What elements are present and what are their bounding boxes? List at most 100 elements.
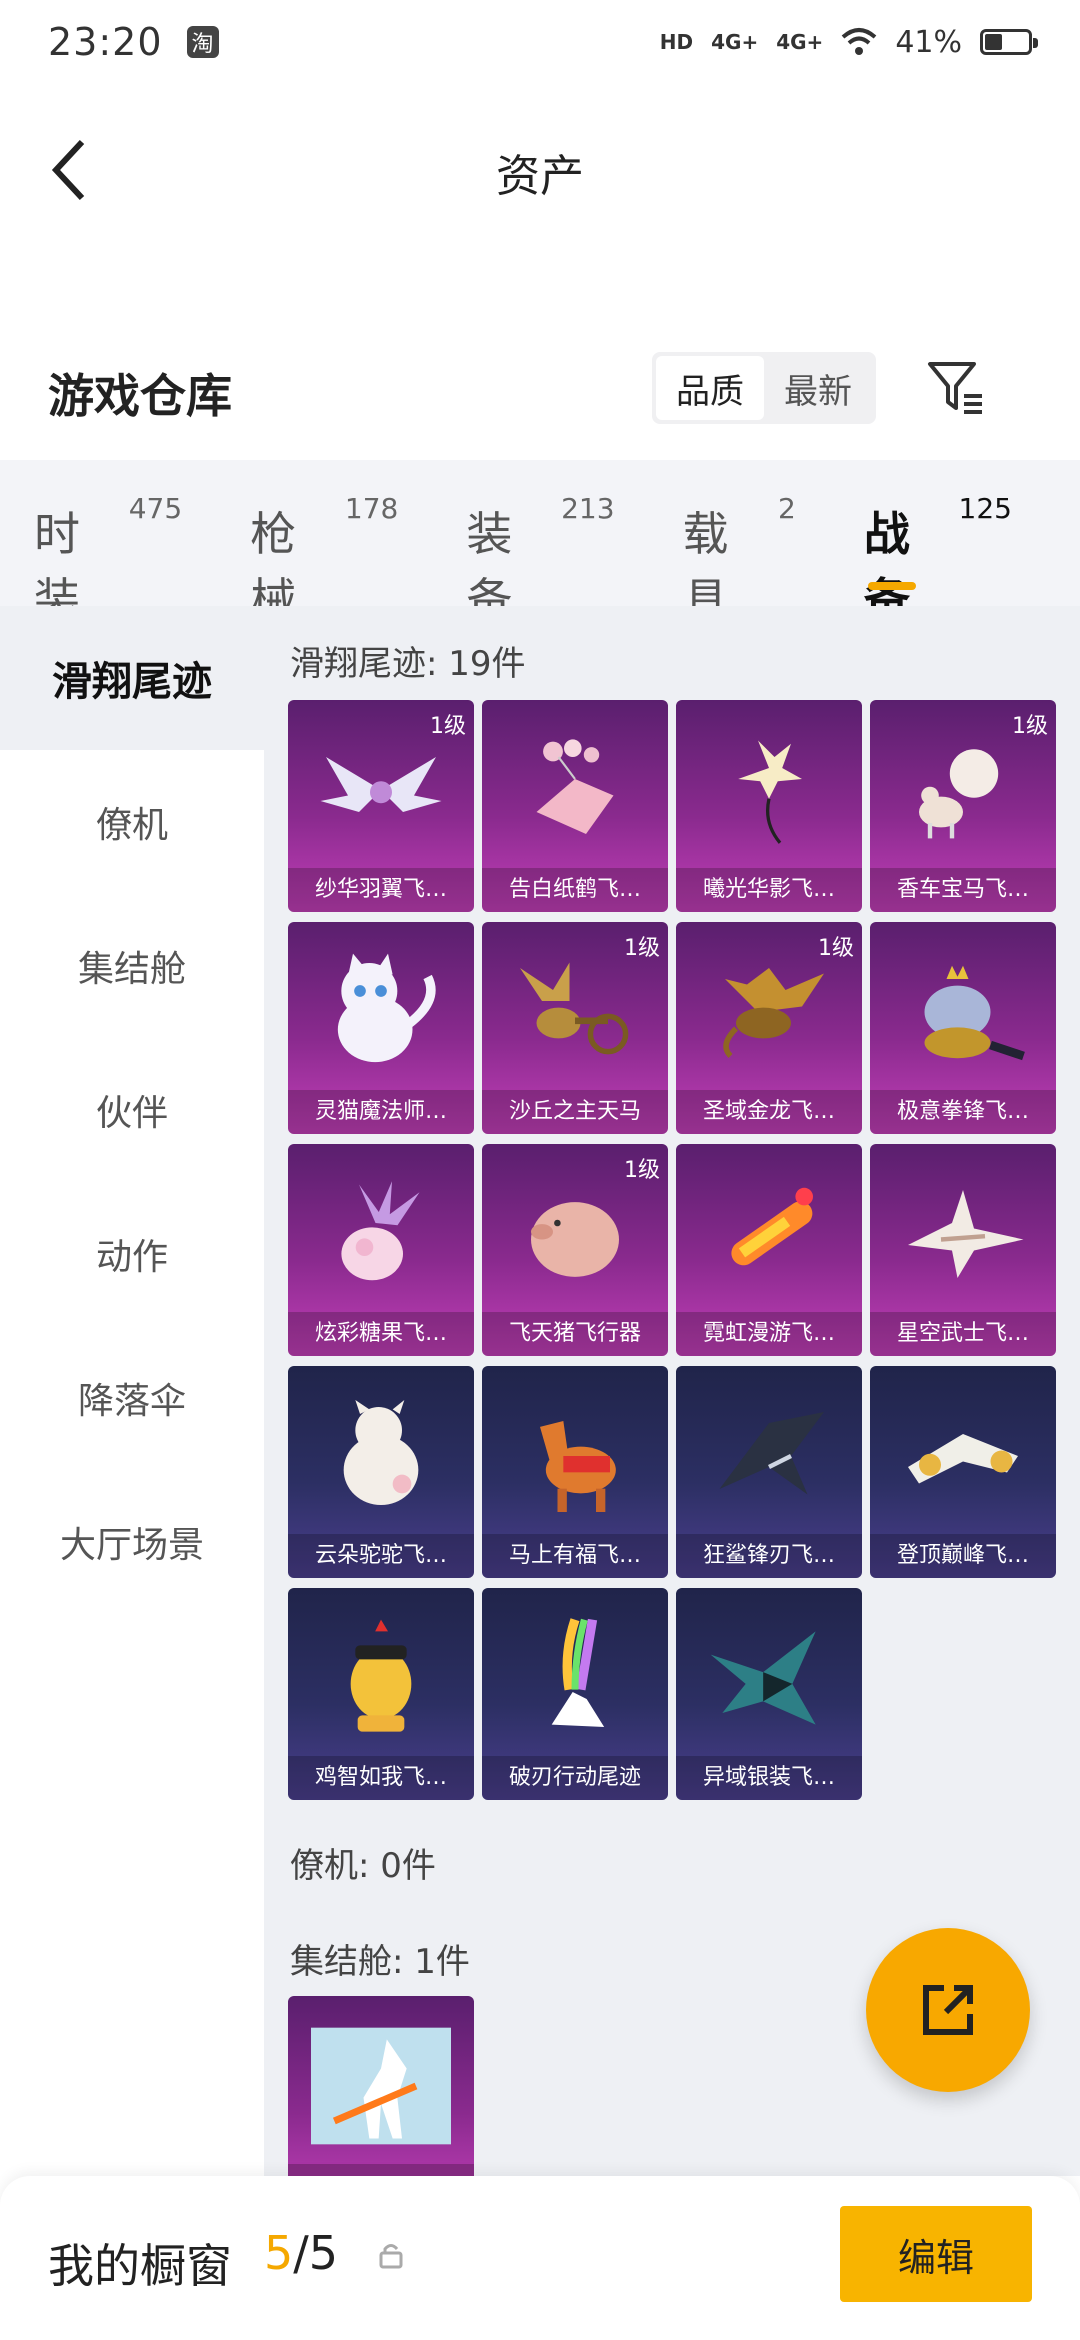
pig-icon [500, 1170, 650, 1298]
hd-icon: HD [659, 30, 694, 54]
item-card[interactable]: 1级沙丘之主天马 [482, 922, 668, 1134]
item-card[interactable]: 告白纸鹤飞… [482, 700, 668, 912]
item-name: 极意拳锋飞… [870, 1090, 1056, 1134]
item-card[interactable]: 1级 飞天猪飞行器 [482, 1144, 668, 1356]
taobao-notification-icon: 淘 [186, 26, 219, 58]
tab-combat-gear[interactable]: 战备 125 [864, 492, 1012, 627]
tab-firearms[interactable]: 枪械 178 [250, 492, 398, 627]
sidebar-item-lobby-scene[interactable]: 大厅场景 [0, 1470, 264, 1614]
item-level: 1级 [1012, 714, 1048, 739]
item-card[interactable]: 曦光华影飞… [676, 700, 862, 912]
item-name: 破刃行动尾迹 [482, 1756, 668, 1800]
battery-icon [980, 29, 1038, 55]
item-card[interactable]: 云朵驼驼飞… [288, 1366, 474, 1578]
sidebar-item-companion[interactable]: 伙伴 [0, 1038, 264, 1182]
subcategory-sidebar: 滑翔尾迹 僚机 集结舱 伙伴 动作 降落伞 大厅场景 [0, 606, 264, 2176]
item-grid-glide: 1级 纱华羽翼飞… 告白纸鹤飞… 曦光华影飞… 1级 香车宝马飞… 灵猫魔法师… 1级 沙丘之主… [288, 700, 1068, 1800]
item-card[interactable]: 极意拳锋飞… [870, 922, 1056, 1134]
item-name: 曦光华影飞… [676, 868, 862, 912]
item-name: 马上有福飞… [482, 1534, 668, 1578]
horse-icon [500, 1392, 650, 1520]
item-card[interactable]: 炫彩糖果飞… [288, 1144, 474, 1356]
item-card[interactable]: 狂鲨锋刃飞… [676, 1366, 862, 1578]
tab-count: 125 [958, 492, 1012, 525]
item-name: 炫彩糖果飞… [288, 1312, 474, 1356]
candy-icon [306, 1170, 456, 1298]
section-title-pod: 集结舱: 1件 [290, 1942, 470, 1982]
item-card[interactable]: 1级圣域金龙飞… [676, 922, 862, 1134]
wifi-icon [841, 28, 877, 55]
tab-count: 178 [344, 492, 399, 525]
item-card[interactable]: 异域银装飞… [676, 1588, 862, 1800]
pegasus-icon [500, 948, 650, 1076]
sidebar-item-parachute[interactable]: 降落伞 [0, 1326, 264, 1470]
category-tabs: 时装 475 枪械 178 装备 213 载具 2 战备 125 [0, 460, 1080, 627]
showcase-used: 5 [264, 2226, 294, 2280]
chicken-icon [306, 1614, 456, 1742]
tab-count: 213 [561, 492, 615, 525]
sort-toggle: 品质 最新 [652, 352, 876, 424]
item-name: 狂鲨锋刃飞… [676, 1534, 862, 1578]
crane-icon [500, 726, 650, 854]
item-name: 告白纸鹤飞… [482, 868, 668, 912]
status-time: 23:20 [48, 20, 163, 64]
showcase-count: 5/5 [264, 2226, 338, 2280]
wings-icon [306, 726, 456, 854]
rocket-icon [694, 1170, 844, 1298]
section-title-glide: 滑翔尾迹: 19件 [290, 644, 526, 684]
item-card[interactable]: 星空武士飞… [870, 1144, 1056, 1356]
warehouse-title: 游戏仓库 [48, 369, 232, 423]
item-card[interactable]: 马上有福飞… [482, 1366, 668, 1578]
item-name: 沙丘之主天马 [482, 1090, 668, 1134]
status-right: HD 4G+ 4G+ 41% [659, 25, 1038, 60]
item-card[interactable]: 破刃行动尾迹 [482, 1588, 668, 1800]
tab-count: 2 [778, 492, 796, 525]
sort-quality-button[interactable]: 品质 [656, 356, 764, 420]
item-card[interactable]: 1级 香车宝马飞… [870, 700, 1056, 912]
item-level: 1级 [624, 1158, 660, 1183]
item-name [288, 2164, 474, 2176]
share-icon [923, 1985, 973, 2035]
item-card[interactable] [288, 1996, 474, 2176]
item-level: 1级 [624, 936, 660, 961]
tab-fashion[interactable]: 时装 475 [34, 492, 182, 627]
sidebar-item-assembly-pod[interactable]: 集结舱 [0, 894, 264, 1038]
lock-icon [379, 2244, 403, 2269]
alpaca-icon [306, 1392, 456, 1520]
sidebar-item-glide-trail[interactable]: 滑翔尾迹 [0, 606, 264, 750]
app-header: 资产 [0, 100, 1080, 240]
edit-button[interactable]: 编辑 [840, 2206, 1032, 2302]
item-name: 云朵驼驼飞… [288, 1534, 474, 1578]
dragon-icon [694, 948, 844, 1076]
item-level: 1级 [430, 714, 466, 739]
jet-icon [888, 1392, 1038, 1520]
item-name: 圣域金龙飞… [676, 1090, 862, 1134]
trail-icon [500, 1614, 650, 1742]
item-name: 异域银装飞… [676, 1756, 862, 1800]
status-bar: 23:20 淘 HD 4G+ 4G+ 41% [0, 0, 1080, 84]
item-card[interactable]: 登顶巅峰飞… [870, 1366, 1056, 1578]
item-card[interactable]: 灵猫魔法师… [288, 922, 474, 1134]
elephant-icon [888, 948, 1038, 1076]
carriage-icon [888, 726, 1038, 854]
item-card[interactable]: 鸡智如我飞… [288, 1588, 474, 1800]
signal-icon-1: 4G+ [711, 30, 759, 54]
flower-icon [694, 726, 844, 854]
tab-equipment[interactable]: 装备 213 [466, 492, 614, 627]
item-card[interactable]: 霓虹漫游飞… [676, 1144, 862, 1356]
item-level: 1级 [818, 936, 854, 961]
tab-vehicles[interactable]: 载具 2 [683, 492, 796, 627]
glider-icon [694, 1614, 844, 1742]
blade-icon [888, 1170, 1038, 1298]
item-name: 登顶巅峰飞… [870, 1534, 1056, 1578]
showcase-label: 我的橱窗 [48, 2239, 232, 2293]
share-button[interactable] [866, 1928, 1030, 2092]
showcase-total: /5 [293, 2226, 339, 2280]
item-name: 星空武士飞… [870, 1312, 1056, 1356]
sidebar-item-action[interactable]: 动作 [0, 1182, 264, 1326]
sort-newest-button[interactable]: 最新 [764, 356, 872, 420]
filter-button[interactable] [920, 352, 992, 424]
warehouse-row: 游戏仓库 品质 最新 [0, 340, 1080, 450]
sidebar-item-wingman[interactable]: 僚机 [0, 750, 264, 894]
item-card[interactable]: 1级 纱华羽翼飞… [288, 700, 474, 912]
